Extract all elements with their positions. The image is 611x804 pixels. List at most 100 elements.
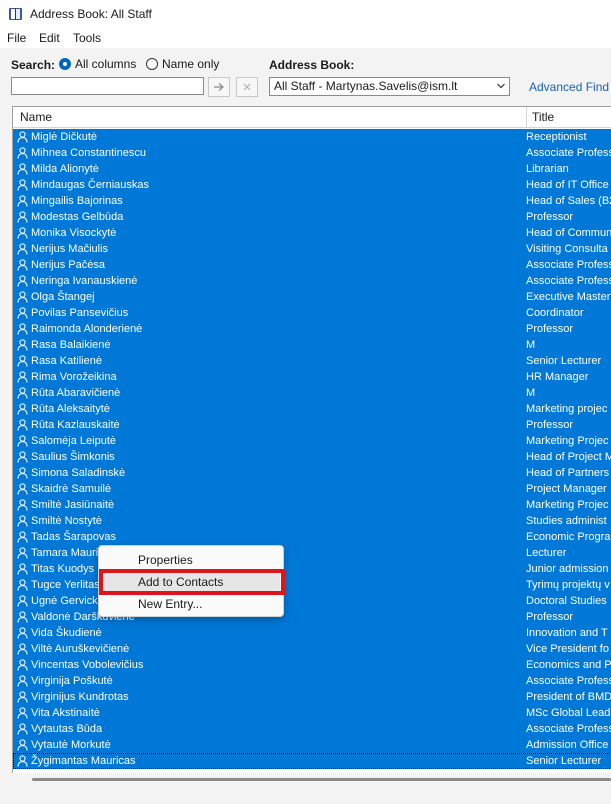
menu-item-properties[interactable]: Properties (102, 550, 280, 570)
clear-search-button[interactable] (236, 77, 258, 97)
contact-name: Žygimantas Mauricas (31, 755, 136, 767)
radio-name-only[interactable]: Name only (146, 57, 219, 71)
radio-name-only-dot[interactable] (146, 58, 158, 70)
scrollbar-thumb[interactable] (32, 778, 611, 781)
contact-name: Vita Akstinaitė (31, 707, 100, 719)
contact-title: Innovation and T (526, 627, 608, 639)
contact-icon (17, 259, 28, 271)
contact-title: Head of Project M (526, 451, 611, 463)
table-row[interactable]: Milda Alionytė Librarian (13, 161, 611, 177)
search-label: Search: (11, 58, 56, 72)
contact-title: Economic Progra (526, 531, 611, 543)
contact-icon (17, 755, 28, 767)
table-row[interactable]: Modestas Gelbūda Professor (13, 209, 611, 225)
table-row[interactable]: Rima Vorožeikina HR Manager (13, 369, 611, 385)
table-row[interactable]: Raimonda Alonderienė Professor (13, 321, 611, 337)
table-row[interactable]: Rasa Balaikienė M (13, 337, 611, 353)
contact-title: MSc Global Lead (526, 707, 611, 719)
contact-icon (17, 723, 28, 735)
contact-title: Associate Profess (526, 147, 611, 159)
contact-name: Mingailis Bajorinas (31, 195, 123, 207)
table-row[interactable]: Virginija Poškutė Associate Profess (13, 673, 611, 689)
contact-icon (17, 339, 28, 351)
table-row[interactable]: Smiltė Jasiūnaitė Marketing Projec (13, 497, 611, 513)
contact-name: Viltė Auruškevičienė (31, 643, 130, 655)
contact-icon (17, 467, 28, 479)
contact-icon (17, 499, 28, 511)
contact-name: Rasa Katilienė (31, 355, 102, 367)
table-row[interactable]: Rūta Kazlauskaitė Professor (13, 417, 611, 433)
table-row[interactable]: Povilas Pansevičius Coordinator (13, 305, 611, 321)
table-row[interactable]: Nerijus Mačiulis Visiting Consulta (13, 241, 611, 257)
table-row[interactable]: Viltė Auruškevičienė Vice President fo (13, 641, 611, 657)
table-row[interactable]: Salomėja Leiputė Marketing Projec (13, 433, 611, 449)
menu-item-new-entry[interactable]: New Entry... (102, 594, 280, 614)
contact-icon (17, 419, 28, 431)
contact-list[interactable]: Name Title Miglė Dičkutė Receptionist Mihn… (12, 106, 611, 774)
contact-name: Rūta Aleksaitytė (31, 403, 110, 415)
contact-icon (17, 611, 28, 623)
column-header-title[interactable]: Title (527, 107, 611, 128)
contact-title: Head of Partners (526, 467, 610, 479)
contact-icon (17, 243, 28, 255)
menu-tools[interactable]: Tools (73, 31, 101, 45)
menu-edit[interactable]: Edit (39, 31, 60, 45)
contact-icon (17, 355, 28, 367)
contact-icon (17, 739, 28, 751)
menu-file[interactable]: File (7, 31, 26, 45)
contact-name: Milda Alionytė (31, 163, 99, 175)
table-row[interactable]: Vita Akstinaitė MSc Global Lead (13, 705, 611, 721)
contact-title: Associate Profess (526, 259, 611, 271)
table-row[interactable]: Skaidrė Samuilė Project Manager (13, 481, 611, 497)
go-button[interactable] (208, 77, 230, 97)
contact-name: Saulius Šimkonis (31, 451, 115, 463)
table-row[interactable]: Rasa Katilienė Senior Lecturer (13, 353, 611, 369)
contact-title: Executive Master (526, 291, 611, 303)
table-row[interactable]: Mingailis Bajorinas Head of Sales (B2 (13, 193, 611, 209)
advanced-find-link[interactable]: Advanced Find (529, 80, 609, 94)
contact-name: Monika Visockytė (31, 227, 117, 239)
contact-name: Raimonda Alonderienė (31, 323, 143, 335)
table-row[interactable]: Rūta Abaravičienė M (13, 385, 611, 401)
chevron-down-icon (497, 83, 505, 89)
column-header-name[interactable]: Name (13, 107, 527, 128)
table-row[interactable]: Rūta Aleksaitytė Marketing projec (13, 401, 611, 417)
contact-icon (17, 643, 28, 655)
table-row[interactable]: Olga Štangej Executive Master (13, 289, 611, 305)
table-row[interactable]: Mihnea Constantinescu Associate Profess (13, 145, 611, 161)
table-row[interactable]: Vytautė Morkutė Admission Office (13, 737, 611, 753)
search-input[interactable] (11, 77, 204, 95)
table-row[interactable]: Neringa Ivanauskienė Associate Profess (13, 273, 611, 289)
radio-all-columns-dot[interactable] (59, 58, 71, 70)
contact-name: Salomėja Leiputė (31, 435, 117, 447)
contact-name: Ugnė Gervicka (31, 595, 104, 607)
contact-rows: Miglė Dičkutė Receptionist Mihnea Constant… (13, 129, 611, 769)
table-row[interactable]: Vytautas Būda Associate Profess (13, 721, 611, 737)
contact-title: Marketing Projec (526, 499, 609, 511)
table-row[interactable]: Vida Škudienė Innovation and T (13, 625, 611, 641)
table-row[interactable]: Miglė Dičkutė Receptionist (13, 129, 611, 145)
radio-all-columns[interactable]: All columns (59, 57, 136, 71)
menu-item-add-to-contacts[interactable]: Add to Contacts (102, 572, 280, 592)
table-row[interactable]: Mindaugas Černiauskas Head of IT Office (13, 177, 611, 193)
table-row[interactable]: Monika Visockytė Head of Commun (13, 225, 611, 241)
table-row[interactable]: Tadas Šarapovas Economic Progra (13, 529, 611, 545)
table-row[interactable]: Virginijus Kundrotas President of BMD (13, 689, 611, 705)
contact-name: Rima Vorožeikina (31, 371, 117, 383)
table-row[interactable]: Žygimantas Mauricas Senior Lecturer (13, 753, 611, 769)
horizontal-scrollbar[interactable] (12, 773, 611, 787)
table-row[interactable]: Simona Saladinskė Head of Partners (13, 465, 611, 481)
contact-name: Titas Kuodys (31, 563, 95, 575)
table-row[interactable]: Vincentas Vobolevičius Economics and P (13, 657, 611, 673)
contact-icon (17, 435, 28, 447)
contact-icon (17, 403, 28, 415)
contact-name: Vytautė Morkutė (31, 739, 111, 751)
table-row[interactable]: Nerijus Pačėsa Associate Profess (13, 257, 611, 273)
contact-icon (17, 531, 28, 543)
table-row[interactable]: Saulius Šimkonis Head of Project M (13, 449, 611, 465)
table-row[interactable]: Smiltė Nostytė Studies administ (13, 513, 611, 529)
contact-name: Tugce Yerlitas (31, 579, 100, 591)
address-book-select[interactable]: All Staff - Martynas.Savelis@ism.lt (269, 77, 510, 96)
contact-title: Associate Profess (526, 275, 611, 287)
contact-title: Professor (526, 211, 574, 223)
